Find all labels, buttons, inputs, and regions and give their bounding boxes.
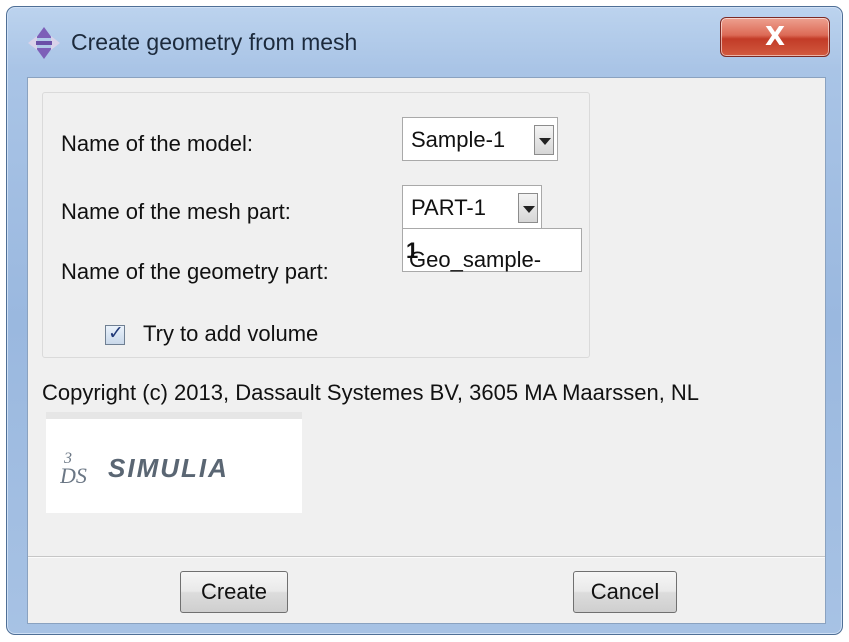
mesh-part-combo[interactable]: PART-1: [402, 185, 542, 229]
geometry-part-label: Name of the geometry part:: [61, 259, 329, 284]
options-group: Name of the model: Sample-1 Name of the …: [42, 92, 590, 358]
close-button[interactable]: X: [720, 17, 830, 57]
geometry-part-value-prefix: Geo_sample-: [409, 247, 542, 272]
logo-text: SIMULIA: [108, 453, 229, 483]
svg-text:DS: DS: [60, 463, 87, 487]
separator: [28, 556, 825, 558]
create-button[interactable]: Create: [180, 571, 288, 613]
geometry-part-input[interactable]: Geo_sample- 1: [402, 228, 582, 272]
mesh-part-label: Name of the mesh part:: [61, 199, 291, 224]
model-combo-value: Sample-1: [411, 127, 506, 152]
ds-logo-icon: 3 DS: [60, 450, 87, 487]
dialog-body: Name of the model: Sample-1 Name of the …: [27, 77, 826, 624]
add-volume-checkbox[interactable]: [105, 322, 125, 345]
simulia-logo: 3 DS SIMULIA: [46, 412, 302, 513]
titlebar[interactable]: Create geometry from mesh X: [7, 7, 842, 69]
geometry-part-input-value: Geo_sample- 1: [406, 238, 541, 272]
chevron-down-icon[interactable]: [518, 193, 538, 223]
cancel-button[interactable]: Cancel: [573, 571, 677, 613]
model-combo[interactable]: Sample-1: [402, 117, 558, 161]
chevron-down-icon[interactable]: [534, 125, 554, 155]
dialog-window: Create geometry from mesh X Name of the …: [6, 6, 843, 635]
copyright-text: Copyright (c) 2013, Dassault Systemes BV…: [42, 380, 700, 405]
model-label: Name of the model:: [61, 131, 253, 156]
move-arrows-icon: [28, 27, 60, 59]
add-volume-label[interactable]: Try to add volume: [143, 321, 318, 347]
mesh-part-combo-value: PART-1: [411, 195, 486, 220]
window-title: Create geometry from mesh: [71, 29, 358, 55]
